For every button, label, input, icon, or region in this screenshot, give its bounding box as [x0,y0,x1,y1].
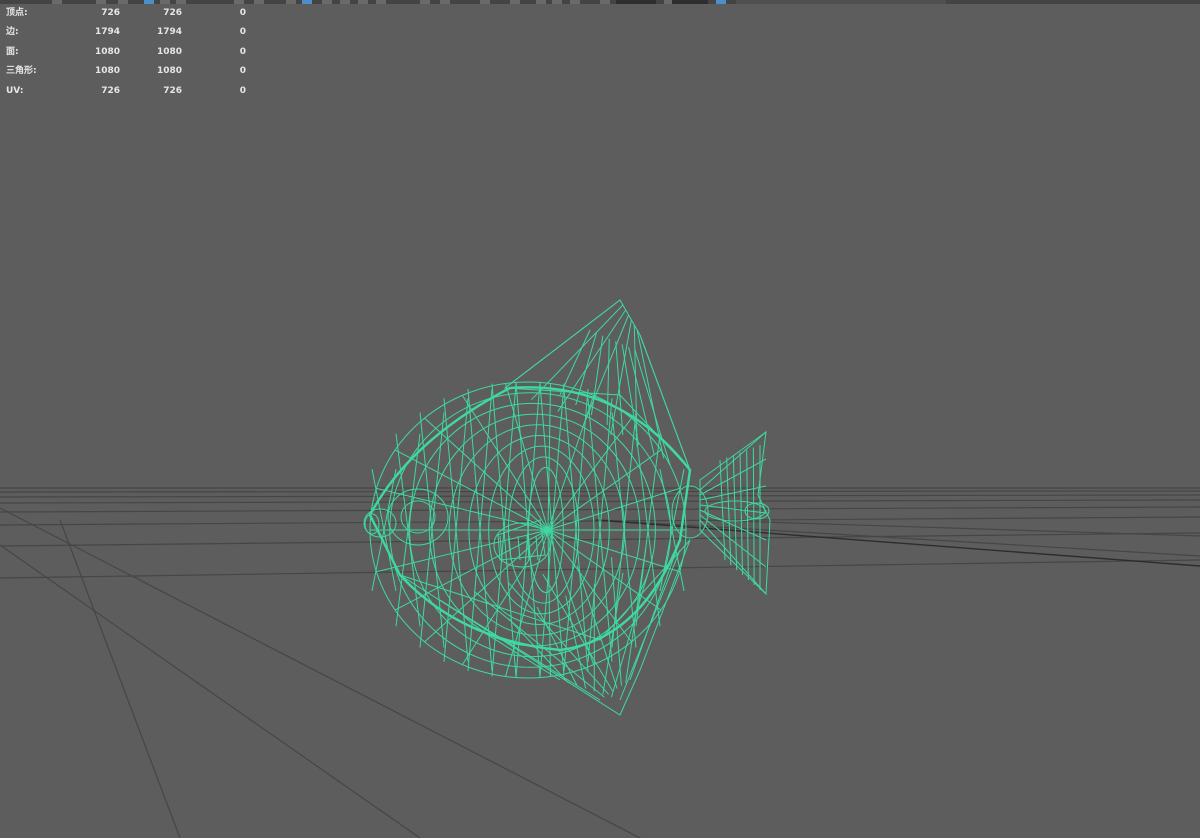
mesh-edge [606,338,610,426]
hud-value: 0 [239,27,246,38]
mesh-edge [619,549,681,701]
mesh-edge [439,599,601,701]
mesh-edge [376,529,549,573]
hud-row-edges: 边: 1794 1794 0 [6,23,246,42]
hud-value: 1794 [156,27,182,38]
poly-count-hud: 顶点: 726 726 0 边: 1794 1794 0 面: 1080 108… [6,4,246,101]
dorsal-fin [503,299,691,471]
mesh-edge [726,457,732,566]
3d-viewport[interactable] [0,0,1200,838]
hud-row-triangles: 三角形: 1080 1080 0 [6,62,246,81]
hud-label: 三角形: [6,66,37,77]
hud-label: 顶点: [6,8,28,18]
mesh-edge [547,417,632,531]
mesh-edge [699,509,767,541]
hud-value: 726 [163,85,182,96]
hud-row-faces: 面: 1080 1080 0 [6,43,246,62]
hud-value: 1080 [156,46,182,57]
hud-value: 726 [101,85,120,96]
hud-value: 0 [239,46,246,57]
mesh-edge [583,314,630,424]
hud-value: 1080 [156,66,182,77]
hud-label: 面: [6,46,19,57]
mesh-edge [699,458,767,496]
mesh-edge [739,452,743,576]
mesh-edge [547,529,632,643]
mesh-edge [699,431,767,491]
mesh-edge [547,529,680,573]
hud-value: 0 [239,66,246,77]
hud-label: UV: [6,85,24,96]
mesh-edge [615,341,624,436]
hud-label: 边: [6,27,19,38]
mesh-edge [732,454,738,571]
mesh-edge [699,514,767,568]
mesh-edge [590,335,604,416]
mesh-edge [610,557,622,686]
hud-value: 1080 [94,46,120,57]
hud-value: 1794 [94,27,120,38]
hud-row-vertices: 顶点: 726 726 0 [6,4,246,23]
ground-grid [0,487,1200,838]
hud-value: 0 [239,85,246,96]
hud-value: 726 [101,8,120,18]
hud-value: 726 [163,8,182,18]
eye [387,488,449,546]
hud-value: 0 [239,8,246,18]
fish-wireframe-mesh[interactable] [363,299,771,716]
hud-row-uvs: UV: 726 726 0 [6,82,246,101]
hud-value: 1080 [94,66,120,77]
mesh-edge [752,447,755,586]
mesh-edge [499,535,503,561]
